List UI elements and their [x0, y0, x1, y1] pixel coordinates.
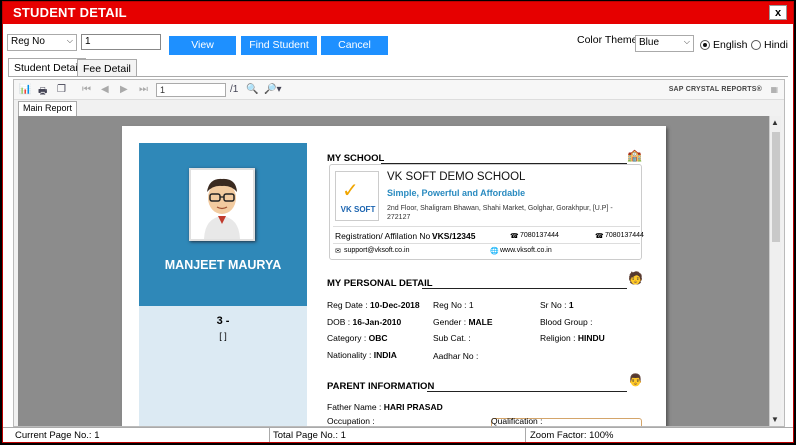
last-page-icon[interactable]: ⏭ — [139, 84, 148, 95]
zoom-icon[interactable]: 🔎▾ — [264, 84, 281, 95]
crystal-reports-brand: SAP CRYSTAL REPORTS® — [668, 86, 762, 93]
religion: Religion : HINDU — [540, 333, 605, 343]
phone-icon: ☎ — [595, 233, 604, 240]
nationality: Nationality : INDIA — [327, 350, 397, 360]
view-button[interactable]: View — [169, 36, 236, 55]
tab-divider — [8, 76, 788, 77]
gender: Gender : MALE — [433, 317, 493, 327]
next-page-icon[interactable]: ▶ — [120, 84, 128, 95]
phone-2: 7080137444 — [605, 232, 644, 239]
print-icon[interactable]: 🖶 — [38, 84, 47, 101]
page-total: /1 — [230, 84, 239, 95]
page-number-input[interactable]: 1 — [156, 83, 226, 97]
logo-text: VK SOFT — [340, 205, 376, 214]
school-website: www.vksoft.co.in — [500, 247, 552, 254]
find-icon[interactable]: 🔍 — [246, 84, 258, 95]
report-details: MY SCHOOL 🏫 ✓ VK SOFT VK SOFT DEMO SCHOO… — [327, 126, 647, 426]
previous-page-icon[interactable]: ◀ — [101, 84, 109, 95]
my-school-heading: MY SCHOOL — [327, 153, 385, 164]
personal-detail-heading: MY PERSONAL DETAIL — [327, 278, 433, 289]
parent-icon: 👨 — [628, 373, 643, 387]
logo-mark-icon: ✓ — [342, 180, 359, 202]
divider — [525, 428, 526, 442]
hindi-radio[interactable] — [751, 40, 761, 50]
aadhar-no: Aadhar No : — [433, 351, 479, 361]
scroll-down-icon[interactable]: ▼ — [771, 415, 779, 424]
category: Category : OBC — [327, 333, 388, 343]
window-title: STUDENT DETAIL — [13, 5, 127, 20]
school-email: support@vksoft.co.in — [344, 247, 410, 254]
student-class: 3 - — [216, 315, 230, 327]
report-toolbar: 📊 🖶 ❐ ⏮ ◀ ▶ ⏭ 1 /1 🔍 🔎▾ SAP CRYSTAL REPO… — [14, 80, 784, 100]
export-icon[interactable]: 📊 — [19, 84, 31, 95]
tab-student-detail[interactable]: Student Detail — [8, 58, 86, 77]
divider — [333, 226, 640, 227]
report-canvas: MANJEET MAURYA 3 - [ ] MY SCHOOL 🏫 ✓ VK … — [18, 116, 781, 426]
registration-label: Registration/ Affilation No : — [335, 231, 436, 241]
color-theme-value: Blue — [639, 37, 660, 48]
section-underline — [422, 288, 627, 289]
student-detail-window: STUDENT DETAIL x Reg No ⌵ 1 View Find St… — [2, 1, 794, 443]
title-bar: STUDENT DETAIL x — [3, 2, 793, 24]
email-icon: ✉ — [335, 248, 341, 255]
registration-value: VKS/12345 — [432, 231, 476, 241]
globe-icon: 🌐 — [490, 248, 499, 255]
vertical-scrollbar[interactable]: ▲ ▼ — [769, 116, 781, 426]
tab-fee-detail[interactable]: Fee Detail — [77, 59, 137, 77]
sub-category: Sub Cat. : — [433, 333, 471, 343]
report-page: MANJEET MAURYA 3 - [ ] MY SCHOOL 🏫 ✓ VK … — [122, 126, 666, 426]
student-icon: 🧑 — [628, 271, 643, 285]
group-tree-icon[interactable]: ▦ — [770, 85, 778, 94]
search-by-select[interactable]: Reg No ⌵ — [7, 34, 77, 51]
find-student-button[interactable]: Find Student — [241, 36, 317, 55]
english-label: English — [713, 39, 748, 51]
sr-no: Sr No : 1 — [540, 300, 574, 310]
phone-icon: ☎ — [510, 233, 519, 240]
student-name: MANJEET MAURYA — [164, 258, 282, 272]
school-logo: ✓ VK SOFT — [335, 171, 379, 221]
qualification: Qualification : — [491, 416, 543, 426]
avatar-icon — [204, 178, 240, 239]
first-page-icon[interactable]: ⏮ — [82, 84, 91, 95]
close-button[interactable]: x — [769, 5, 787, 20]
chevron-down-icon: ⌵ — [66, 36, 73, 45]
zoom-status: Zoom Factor: 100% — [530, 430, 614, 441]
tab-main-report[interactable]: Main Report — [18, 101, 78, 116]
parent-info-heading: PARENT INFORMATION — [327, 381, 435, 392]
occupation: Occupation : — [327, 416, 375, 426]
school-name: VK SOFT DEMO SCHOOL — [387, 171, 526, 183]
search-input[interactable]: 1 — [81, 34, 161, 50]
school-building-icon: 🏫 — [627, 148, 642, 162]
color-theme-label: Color Theme — [577, 34, 638, 46]
school-card: ✓ VK SOFT VK SOFT DEMO SCHOOL Simple, Po… — [329, 164, 644, 260]
current-page-status: Current Page No.: 1 — [15, 430, 100, 441]
student-section: [ ] — [219, 331, 227, 341]
total-page-status: Total Page No.: 1 — [273, 430, 346, 441]
color-theme-select[interactable]: Blue ⌵ — [635, 35, 694, 52]
dob: DOB : 16-Jan-2010 — [327, 317, 402, 327]
profile-column: MANJEET MAURYA 3 - [ ] — [139, 143, 307, 426]
status-bar: Current Page No.: 1 Total Page No.: 1 Zo… — [3, 427, 793, 442]
blood-group: Blood Group : — [540, 317, 593, 327]
scroll-thumb[interactable] — [772, 132, 780, 242]
school-address: 2nd Floor, Shaligram Bhawan, Shahi Marke… — [387, 205, 613, 221]
hindi-label: Hindi — [764, 39, 788, 51]
reg-no: Reg No : 1 — [433, 300, 474, 310]
section-underline — [427, 391, 627, 392]
school-tagline: Simple, Powerful and Affordable — [387, 188, 526, 198]
copy-icon[interactable]: ❐ — [57, 84, 66, 95]
chevron-down-icon: ⌵ — [683, 37, 690, 46]
english-radio[interactable] — [700, 40, 710, 50]
report-viewer: 📊 🖶 ❐ ⏮ ◀ ▶ ⏭ 1 /1 🔍 🔎▾ SAP CRYSTAL REPO… — [13, 79, 785, 427]
student-photo — [189, 168, 255, 241]
divider — [333, 243, 640, 244]
search-by-value: Reg No — [11, 36, 45, 47]
cancel-button[interactable]: Cancel — [321, 36, 388, 55]
phone-1: 7080137444 — [520, 232, 559, 239]
profile-header: MANJEET MAURYA — [139, 143, 307, 306]
scroll-up-icon[interactable]: ▲ — [771, 118, 779, 127]
divider — [269, 428, 270, 442]
father-name: Father Name : HARI PRASAD — [327, 402, 443, 412]
reg-date: Reg Date : 10-Dec-2018 — [327, 300, 420, 310]
